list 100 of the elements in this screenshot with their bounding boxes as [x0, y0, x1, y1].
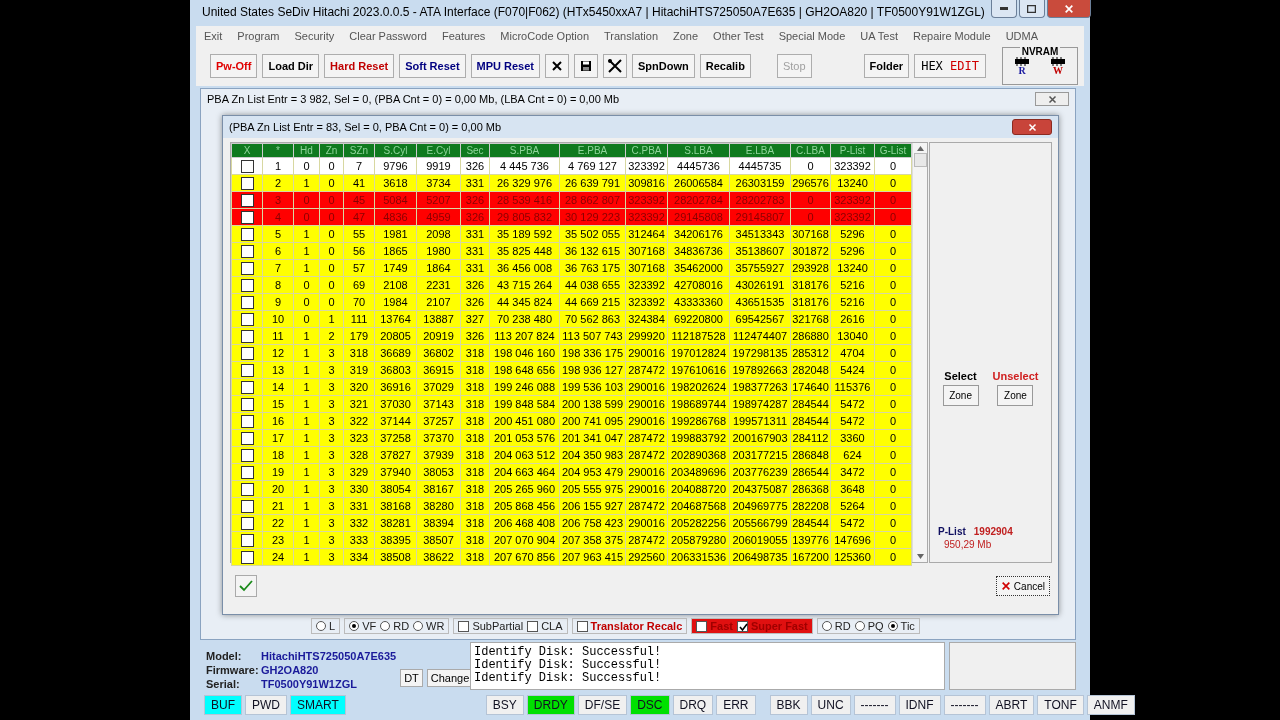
checkbox-option[interactable]: CLA [527, 620, 563, 632]
row-checkbox[interactable] [240, 550, 254, 564]
menu-item[interactable]: Security [294, 30, 335, 42]
table-cell: 10 [262, 310, 294, 328]
table-cell: 9796 [374, 157, 417, 175]
unselect-zone-button[interactable]: Zone [997, 385, 1034, 406]
row-checkbox[interactable] [240, 346, 254, 360]
row-checkbox[interactable] [240, 414, 254, 428]
close-icon[interactable] [545, 54, 570, 78]
nvram-write-button[interactable]: W [1049, 57, 1067, 75]
menu-item[interactable]: Clear Password [349, 30, 427, 42]
maximize-button[interactable] [1018, 0, 1045, 18]
row-checkbox[interactable] [240, 278, 254, 292]
table-cell: 199883792 [667, 429, 730, 447]
radio-option[interactable]: RD [821, 620, 851, 632]
row-checkbox[interactable] [240, 261, 254, 275]
radio-option[interactable]: PQ [854, 620, 884, 632]
row-checkbox[interactable] [240, 329, 254, 343]
menu-item[interactable]: Features [441, 30, 486, 42]
minimize-button[interactable] [990, 0, 1017, 18]
radio-button[interactable] [413, 621, 424, 631]
radio-button[interactable] [380, 621, 391, 631]
radio-option[interactable]: Tic [887, 620, 915, 632]
row-checkbox[interactable] [240, 295, 254, 309]
radio-option[interactable]: WR [413, 620, 445, 632]
close-button[interactable] [1035, 92, 1069, 106]
table-cell: 37940 [374, 463, 417, 481]
row-checkbox[interactable] [240, 465, 254, 479]
row-checkbox[interactable] [240, 159, 254, 173]
menu-item[interactable]: Zone [673, 30, 699, 42]
status-indicator: IDNF [898, 695, 941, 715]
menu-item[interactable]: Exit [204, 30, 223, 42]
checkbox[interactable] [527, 620, 539, 632]
checkbox-option[interactable]: SubPartial [458, 620, 524, 632]
chip-icon [1013, 57, 1031, 66]
toolbar-button[interactable]: Soft Reset [399, 54, 466, 78]
row-checkbox[interactable] [240, 482, 254, 496]
row-checkbox[interactable] [240, 244, 254, 258]
row-checkbox[interactable] [240, 448, 254, 462]
menu-item[interactable]: UA Test [860, 30, 898, 42]
table-cell: 0 [319, 225, 344, 243]
checkbox[interactable] [736, 620, 748, 632]
table-cell: 22 [262, 514, 294, 532]
drive-button[interactable]: DT [400, 669, 423, 687]
row-checkbox[interactable] [240, 533, 254, 547]
table-cell: 4445736 [667, 157, 730, 175]
toolbar-button[interactable]: SpnDown [632, 54, 695, 78]
row-checkbox[interactable] [240, 499, 254, 513]
tools-icon[interactable] [603, 54, 628, 78]
nvram-read-button[interactable]: R [1013, 57, 1031, 75]
row-checkbox[interactable] [240, 397, 254, 411]
menu-item[interactable]: Special Mode [778, 30, 846, 42]
radio-button[interactable] [854, 621, 865, 631]
row-checkbox[interactable] [240, 380, 254, 394]
row-checkbox[interactable] [240, 176, 254, 190]
scroll-up-icon[interactable] [916, 146, 924, 151]
radio-button[interactable] [316, 621, 326, 631]
table-cell: 322 [343, 412, 375, 430]
radio-option[interactable]: VF [349, 620, 377, 632]
table-cell: 13240 [830, 174, 875, 192]
scrollbar[interactable] [912, 143, 927, 562]
menu-item[interactable]: Translation [604, 30, 658, 42]
toolbar-button[interactable]: Folder [863, 54, 910, 78]
scroll-thumb[interactable] [913, 153, 927, 167]
close-button[interactable] [1012, 119, 1052, 135]
row-checkbox[interactable] [240, 431, 254, 445]
toolbar-button[interactable]: Pw-Off [210, 54, 258, 78]
menu-item[interactable]: MicroCode Option [500, 30, 589, 42]
toolbar-button[interactable]: MPU Reset [470, 54, 541, 78]
window-title: United States SeDiv Hitachi 2023.0.0.5 - ATA Interface (F070|F062) (HTx5450xxA7 | HitachiHTS725050A7E635 | GH2OA820 | TF0500Y91W1ZGL) [202, 5, 985, 19]
menu-item[interactable]: UDMA [1005, 30, 1039, 42]
menu-item[interactable]: Repaire Module [913, 30, 991, 42]
save-icon[interactable] [574, 54, 599, 78]
radio-button[interactable] [887, 621, 898, 631]
cancel-button[interactable]: Cancel [995, 576, 1050, 596]
toolbar-button[interactable]: Load Dir [262, 54, 320, 78]
radio-option[interactable]: RD [380, 620, 410, 632]
row-checkbox[interactable] [240, 516, 254, 530]
checkbox[interactable] [696, 620, 708, 632]
row-checkbox[interactable] [240, 193, 254, 207]
checkbox[interactable] [458, 620, 470, 632]
toolbar-button[interactable]: Recalib [699, 54, 751, 78]
ok-button[interactable] [235, 575, 257, 597]
hex-edit-button[interactable]: HEX EDIT [914, 54, 986, 78]
table-cell: 0 [293, 310, 320, 328]
radio-button[interactable] [349, 621, 360, 631]
radio-button[interactable] [821, 621, 832, 631]
menu-item[interactable]: Other Test [713, 30, 764, 42]
menu-item[interactable]: Program [237, 30, 280, 42]
toolbar-button[interactable]: Hard Reset [324, 54, 395, 78]
table-cell: 5264 [830, 497, 875, 515]
row-checkbox[interactable] [240, 227, 254, 241]
table-cell: 38394 [416, 514, 461, 532]
row-checkbox[interactable] [240, 363, 254, 377]
select-zone-button[interactable]: Zone [942, 385, 979, 406]
row-checkbox[interactable] [240, 210, 254, 224]
scroll-down-icon[interactable] [916, 554, 924, 559]
checkbox[interactable] [576, 620, 588, 632]
row-checkbox[interactable] [240, 312, 254, 326]
table-cell: 17 [262, 429, 294, 447]
